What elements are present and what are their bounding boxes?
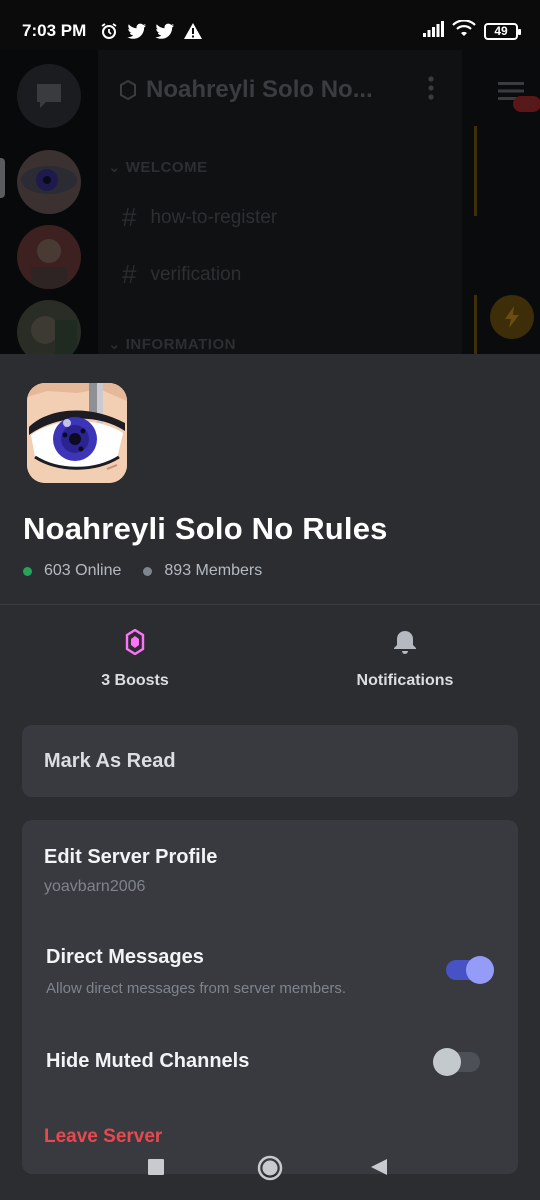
triangle-back-icon <box>371 1159 387 1175</box>
member-count: 893 Members <box>164 562 263 579</box>
notifications-label: Notifications <box>356 671 454 689</box>
edit-server-profile-button[interactable]: Edit Server Profile <box>44 846 217 869</box>
warning-icon <box>182 20 204 42</box>
mark-as-read-label: Mark As Read <box>44 749 176 772</box>
boosts-label: 3 Boosts <box>101 671 169 689</box>
direct-messages-label: Direct Messages <box>46 946 204 968</box>
background-app: Noahreyli Solo No... ⌄ WELCOME # how-to-… <box>0 50 540 360</box>
channel-list: Noahreyli Solo No... ⌄ WELCOME # how-to-… <box>98 50 462 360</box>
back-button[interactable] <box>370 1158 388 1176</box>
toggle-knob <box>433 1048 461 1076</box>
bolt-icon[interactable] <box>490 295 534 339</box>
boost-gem-icon <box>120 80 136 100</box>
guild-icon-photo[interactable] <box>17 300 81 360</box>
signal-icon <box>422 20 444 42</box>
square-icon <box>148 1159 164 1175</box>
guild-icon-avatar[interactable] <box>17 225 81 289</box>
wifi-icon <box>452 18 476 43</box>
divider <box>0 604 540 605</box>
member-counts: 603 Online 893 Members <box>23 562 262 580</box>
clock: 7:03 PM <box>22 21 87 40</box>
direct-messages-toggle[interactable] <box>446 956 494 984</box>
battery-icon: 49 <box>484 22 521 40</box>
divider-line <box>474 126 477 216</box>
server-header[interactable]: Noahreyli Solo No... <box>118 76 373 104</box>
server-settings-card: Edit Server Profile yoavbarn2006 Direct … <box>22 820 518 1174</box>
hide-muted-channels-toggle[interactable] <box>433 1048 480 1076</box>
channel-how-to-register[interactable]: # how-to-register <box>122 202 277 233</box>
mark-as-read-button[interactable]: Mark As Read <box>22 725 518 797</box>
boosts-button[interactable]: 3 Boosts <box>0 624 270 694</box>
direct-messages-icon[interactable] <box>17 64 81 128</box>
hide-muted-channels-label: Hide Muted Channels <box>46 1050 250 1072</box>
bell-icon <box>392 629 418 660</box>
home-button[interactable] <box>257 1155 283 1181</box>
guild-rail <box>0 50 98 360</box>
notifications-button[interactable]: Notifications <box>270 624 540 694</box>
server-options-sheet: Noahreyli Solo No Rules 603 Online 893 M… <box>0 354 540 1200</box>
chevron-down-icon: ⌄ <box>108 336 126 353</box>
twitter-icon <box>154 20 176 42</box>
category-welcome[interactable]: ⌄ WELCOME <box>108 158 208 176</box>
category-information[interactable]: ⌄ INFORMATION <box>108 335 236 353</box>
members-dot <box>143 566 153 576</box>
divider-line <box>474 295 477 355</box>
twitter-icon <box>126 20 148 42</box>
direct-messages-description: Allow direct messages from server member… <box>46 980 347 997</box>
channel-verification[interactable]: # verification <box>122 259 241 290</box>
server-name: Noahreyli Solo No Rules <box>23 511 388 546</box>
hash-icon: # <box>122 202 137 232</box>
profile-username: yoavbarn2006 <box>44 878 146 895</box>
leave-server-button[interactable]: Leave Server <box>44 1126 162 1148</box>
toggle-knob <box>466 956 494 984</box>
hash-icon: # <box>122 259 137 289</box>
selected-guild-indicator <box>0 158 5 198</box>
server-icon <box>27 383 127 483</box>
recent-apps-button[interactable] <box>147 1158 165 1176</box>
guild-icon-eye[interactable] <box>17 150 81 214</box>
alarm-icon <box>98 20 120 42</box>
online-count: 603 Online <box>44 562 122 579</box>
mention-badge: 100 <box>513 96 540 112</box>
chevron-down-icon: ⌄ <box>108 159 126 176</box>
server-header-title: Noahreyli Solo No... <box>146 76 373 103</box>
more-options-icon[interactable] <box>428 76 434 107</box>
online-dot <box>23 566 32 576</box>
circle-icon <box>257 1155 283 1181</box>
boost-gem-icon <box>125 628 145 660</box>
